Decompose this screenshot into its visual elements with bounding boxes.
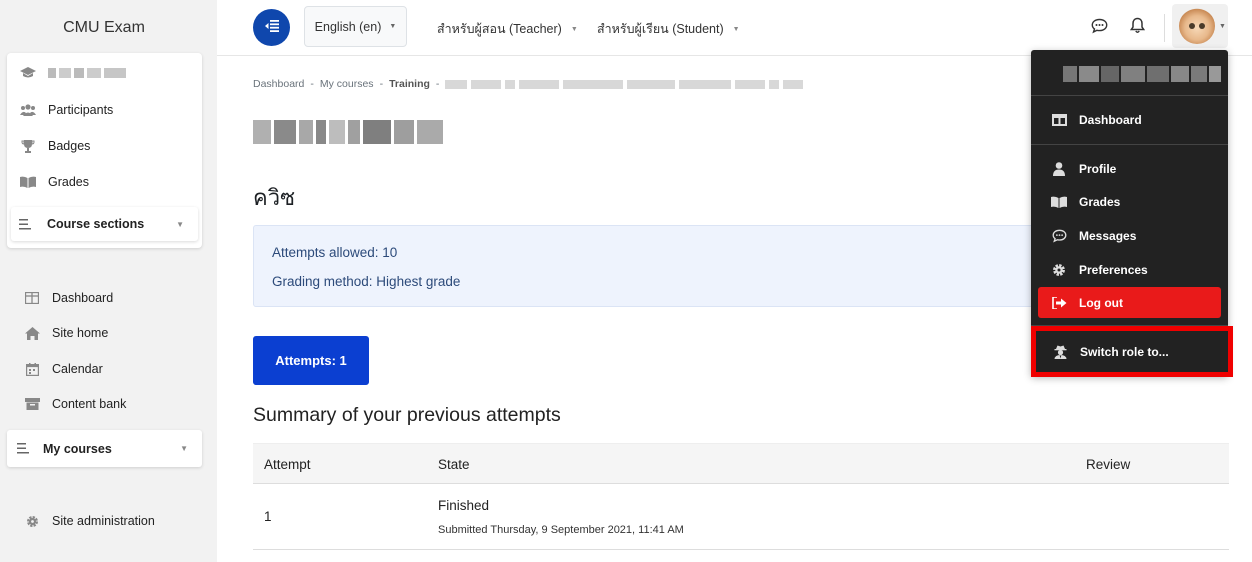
user-icon: [1051, 161, 1067, 177]
attempt-state: Finished: [438, 498, 490, 513]
course-title-redacted: [253, 120, 443, 144]
sidebar-item-grades[interactable]: Grades: [20, 175, 89, 189]
dashboard-icon: [24, 291, 40, 305]
teacher-menu-label: สำหรับผู้สอน (Teacher): [437, 22, 562, 36]
my-courses-dropdown[interactable]: My courses ▼: [7, 430, 202, 467]
chevron-down-icon: ▼: [732, 25, 740, 33]
home-icon: [24, 326, 40, 340]
menu-item-messages[interactable]: Messages: [1031, 221, 1228, 251]
chevron-down-icon: ▼: [389, 23, 397, 30]
sidebar-item-participants[interactable]: Participants: [20, 103, 113, 117]
attempt-number: 1: [264, 509, 272, 524]
course-name-link[interactable]: [20, 66, 126, 80]
my-courses-label: My courses: [43, 441, 112, 456]
column-header-attempt: Attempt: [264, 457, 311, 472]
attempts-table: Attempt State Review 1 Finished Submitte…: [253, 443, 1229, 550]
book-icon: [1051, 194, 1067, 210]
sidebar-item-label: Site administration: [52, 514, 155, 528]
column-header-state: State: [438, 457, 470, 472]
chevron-down-icon: ▼: [176, 219, 184, 229]
sidebar-item-badges[interactable]: Badges: [20, 139, 90, 153]
menu-item-label: Profile: [1079, 162, 1117, 176]
highlight-annotation: [1031, 326, 1233, 377]
table-header: Attempt State Review: [253, 443, 1229, 484]
breadcrumb-my-courses[interactable]: My courses: [320, 78, 374, 90]
users-icon: [20, 103, 36, 117]
notifications-toggle[interactable]: [1127, 17, 1147, 37]
menu-item-label: Messages: [1079, 229, 1137, 243]
course-navigation-card: Participants Badges Grades Course sectio…: [7, 53, 202, 248]
user-name-redacted: [1063, 66, 1221, 82]
course-name-redacted: [48, 68, 126, 78]
student-menu[interactable]: สำหรับผู้เรียน (Student) ▼: [597, 19, 740, 39]
sidebar-item-label: Badges: [48, 139, 91, 153]
summary-heading: Summary of your previous attempts: [253, 404, 561, 426]
sidebar-item-label: Site home: [52, 326, 109, 340]
calendar-icon: [24, 362, 40, 376]
list-icon: [17, 443, 33, 454]
sidebar-item-calendar[interactable]: Calendar: [24, 362, 103, 376]
sidebar-item-label: Participants: [48, 103, 114, 117]
top-navbar: English (en) ▼ สำหรับผู้สอน (Teacher) ▼ …: [217, 0, 1252, 56]
breadcrumb-dashboard[interactable]: Dashboard: [253, 78, 304, 90]
course-sections-dropdown[interactable]: Course sections ▼: [11, 207, 198, 241]
chevron-down-icon: ▼: [1219, 22, 1226, 30]
menu-item-preferences[interactable]: Preferences: [1031, 255, 1228, 285]
table-row: 1 Finished Submitted Thursday, 9 Septemb…: [253, 484, 1229, 550]
menu-item-label: Dashboard: [1079, 113, 1142, 127]
chat-bubble-icon: [1091, 18, 1108, 37]
menu-item-grades[interactable]: Grades: [1031, 187, 1228, 217]
drawer-toggle-button[interactable]: [253, 9, 290, 46]
dashboard-icon: [1051, 112, 1067, 128]
quiz-info-box: Attempts allowed: 10 Grading method: Hig…: [253, 225, 1053, 307]
left-sidebar: CMU Exam Participants Badges Grades Cour…: [0, 0, 217, 562]
sidebar-item-label: Content bank: [52, 397, 127, 411]
breadcrumb: Dashboard - My courses - Training -: [253, 78, 804, 90]
menu-item-label: Preferences: [1079, 263, 1148, 277]
chevron-down-icon: ▼: [180, 444, 188, 453]
menu-item-profile[interactable]: Profile: [1031, 154, 1228, 184]
grading-method-text: Grading method: Highest grade: [272, 274, 461, 289]
gear-icon: [24, 514, 40, 528]
quiz-title: ควิซ: [253, 186, 296, 211]
language-label: English (en): [314, 19, 382, 34]
menu-item-dashboard[interactable]: Dashboard: [1031, 105, 1228, 135]
sidebar-item-dashboard[interactable]: Dashboard: [24, 291, 113, 305]
course-sections-label: Course sections: [47, 217, 145, 231]
column-header-review: Review: [1086, 457, 1131, 472]
teacher-menu[interactable]: สำหรับผู้สอน (Teacher) ▼: [437, 19, 578, 39]
sidebar-item-label: Calendar: [52, 362, 103, 376]
navbar-divider: [1164, 14, 1165, 42]
language-selector[interactable]: English (en) ▼: [304, 6, 407, 47]
sidebar-item-content-bank[interactable]: Content bank: [24, 397, 126, 411]
sign-out-icon: [1051, 295, 1067, 311]
breadcrumb-course-redacted[interactable]: [445, 79, 804, 89]
list-icon: [19, 218, 35, 230]
graduation-cap-icon: [20, 66, 36, 80]
attempts-button[interactable]: Attempts: 1: [253, 336, 369, 385]
bell-icon: [1129, 17, 1145, 37]
menu-item-label: Grades: [1079, 195, 1121, 209]
chat-bubble-icon: [1051, 228, 1067, 244]
sidebar-item-site-home[interactable]: Site home: [24, 326, 108, 340]
logout-button[interactable]: Log out: [1038, 287, 1221, 318]
sidebar-item-label: Dashboard: [52, 291, 114, 305]
student-menu-label: สำหรับผู้เรียน (Student): [597, 22, 724, 36]
attempt-submitted-date: Submitted Thursday, 9 September 2021, 11…: [438, 524, 684, 536]
collapse-menu-icon: [264, 20, 279, 35]
messages-toggle[interactable]: [1089, 17, 1109, 37]
sidebar-item-site-administration[interactable]: Site administration: [24, 514, 155, 528]
menu-item-label: Log out: [1079, 295, 1123, 310]
box-icon: [24, 397, 40, 411]
book-icon: [20, 175, 36, 189]
chevron-down-icon: ▼: [570, 25, 578, 33]
user-menu-toggle[interactable]: ▼: [1172, 4, 1228, 48]
trophy-icon: [20, 139, 36, 153]
site-title[interactable]: CMU Exam: [0, 19, 208, 37]
sidebar-item-label: Grades: [48, 175, 89, 189]
avatar: [1179, 8, 1215, 44]
breadcrumb-training[interactable]: Training: [389, 78, 430, 90]
gear-icon: [1051, 262, 1067, 278]
attempts-allowed-text: Attempts allowed: 10: [272, 245, 398, 260]
